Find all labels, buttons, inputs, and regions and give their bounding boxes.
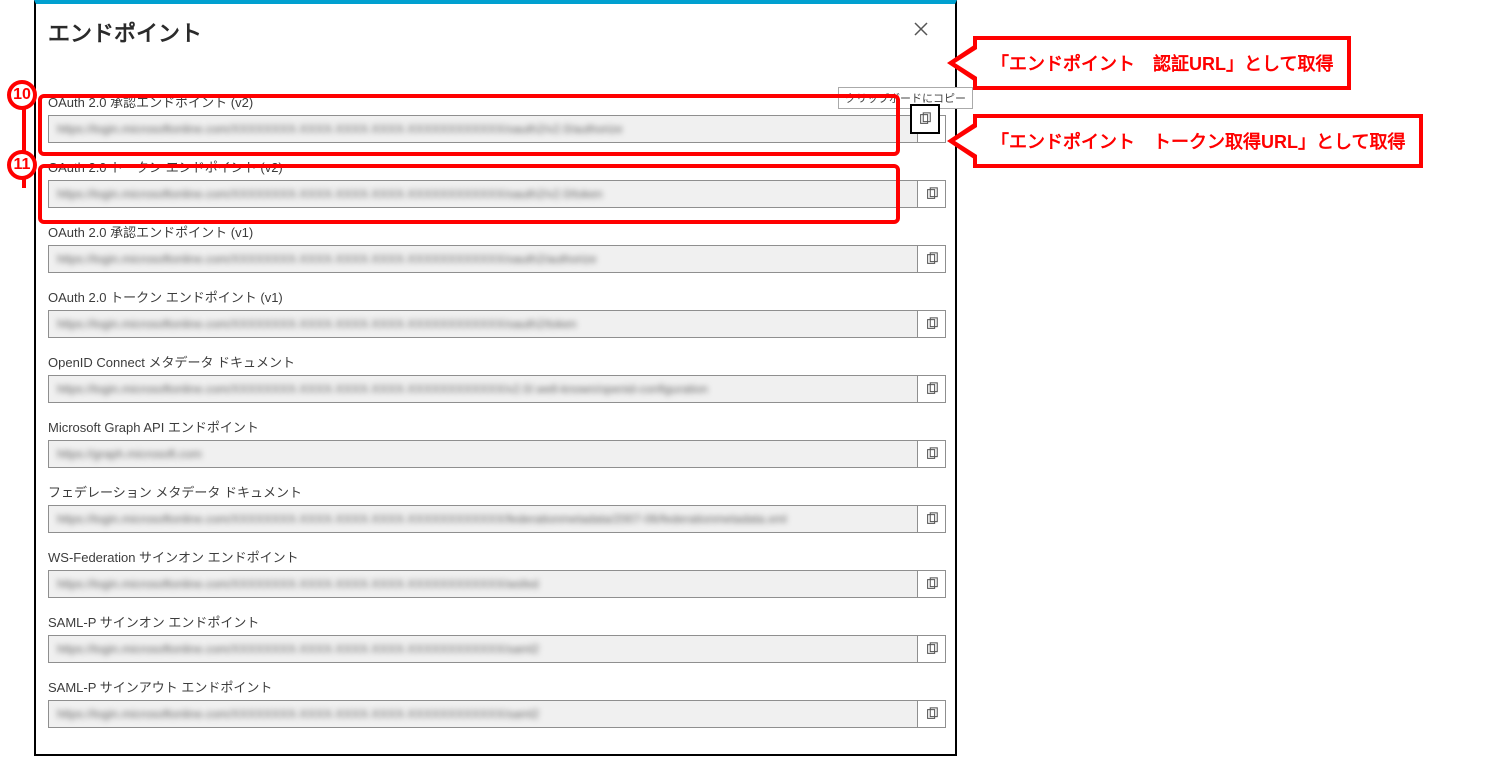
step-badge-11: 11 bbox=[7, 150, 37, 180]
endpoint-url-field[interactable]: https://login.microsoftonline.com/XXXXXX… bbox=[48, 115, 918, 143]
endpoint-row: https://login.microsoftonline.com/XXXXXX… bbox=[48, 375, 946, 403]
endpoint-url-field[interactable]: https://graph.microsoft.com bbox=[48, 440, 918, 468]
endpoint-url-field[interactable]: https://login.microsoftonline.com/XXXXXX… bbox=[48, 375, 918, 403]
endpoint-url-value: https://login.microsoftonline.com/XXXXXX… bbox=[57, 382, 708, 396]
endpoint-url-field[interactable]: https://login.microsoftonline.com/XXXXXX… bbox=[48, 635, 918, 663]
endpoint-label: OAuth 2.0 トークン エンドポイント (v2) bbox=[48, 157, 946, 176]
endpoint-row: https://graph.microsoft.com bbox=[48, 440, 946, 468]
endpoint-url-value: https://graph.microsoft.com bbox=[57, 447, 202, 461]
endpoint-label: OAuth 2.0 承認エンドポイント (v1) bbox=[48, 222, 946, 241]
endpoint-url-field[interactable]: https://login.microsoftonline.com/XXXXXX… bbox=[48, 700, 918, 728]
copy-button[interactable] bbox=[918, 245, 946, 273]
copy-button[interactable] bbox=[918, 440, 946, 468]
endpoint-url-value: https://login.microsoftonline.com/XXXXXX… bbox=[57, 707, 539, 721]
endpoint-item: WS-Federation サインオン エンドポイント https://login… bbox=[48, 547, 946, 598]
endpoint-item: OAuth 2.0 トークン エンドポイント (v1) https://login… bbox=[48, 287, 946, 338]
endpoint-url-value: https://login.microsoftonline.com/XXXXXX… bbox=[57, 122, 623, 136]
copy-button[interactable] bbox=[918, 570, 946, 598]
endpoint-label: OAuth 2.0 承認エンドポイント (v2) bbox=[48, 92, 946, 111]
endpoint-row: https://login.microsoftonline.com/XXXXXX… bbox=[48, 505, 946, 533]
dialog-title: エンドポイント bbox=[48, 16, 202, 48]
close-button[interactable] bbox=[911, 19, 937, 45]
endpoint-item: フェデレーション メタデータ ドキュメント https://login.micro… bbox=[48, 482, 946, 533]
endpoint-url-value: https://login.microsoftonline.com/XXXXXX… bbox=[57, 252, 597, 266]
endpoint-url-value: https://login.microsoftonline.com/XXXXXX… bbox=[57, 187, 603, 201]
endpoints-dialog: エンドポイント OAuth 2.0 承認エンドポイント (v2) https://… bbox=[34, 0, 957, 756]
endpoint-row: https://login.microsoftonline.com/XXXXXX… bbox=[48, 180, 946, 208]
endpoint-url-field[interactable]: https://login.microsoftonline.com/XXXXXX… bbox=[48, 310, 918, 338]
endpoint-label: SAML-P サインアウト エンドポイント bbox=[48, 677, 946, 696]
copy-button[interactable] bbox=[918, 505, 946, 533]
endpoint-url-field[interactable]: https://login.microsoftonline.com/XXXXXX… bbox=[48, 245, 918, 273]
copy-icon bbox=[925, 187, 939, 201]
endpoint-row: https://login.microsoftonline.com/XXXXXX… bbox=[48, 635, 946, 663]
endpoint-item: OAuth 2.0 承認エンドポイント (v1) https://login.mi… bbox=[48, 222, 946, 273]
endpoint-label: OpenID Connect メタデータ ドキュメント bbox=[48, 352, 946, 371]
endpoint-url-value: https://login.microsoftonline.com/XXXXXX… bbox=[57, 642, 539, 656]
endpoint-url-field[interactable]: https://login.microsoftonline.com/XXXXXX… bbox=[48, 570, 918, 598]
endpoint-row: https://login.microsoftonline.com/XXXXXX… bbox=[48, 700, 946, 728]
copy-button[interactable] bbox=[918, 180, 946, 208]
copy-icon bbox=[925, 382, 939, 396]
callout-token-url: 「エンドポイント トークン取得URL」として取得 bbox=[973, 114, 1423, 168]
endpoint-item: OAuth 2.0 承認エンドポイント (v2) https://login.mi… bbox=[48, 92, 946, 143]
copy-icon bbox=[925, 447, 939, 461]
dialog-header: エンドポイント bbox=[36, 4, 955, 62]
endpoint-row: https://login.microsoftonline.com/XXXXXX… bbox=[48, 570, 946, 598]
endpoint-url-value: https://login.microsoftonline.com/XXXXXX… bbox=[57, 512, 787, 526]
endpoint-url-field[interactable]: https://login.microsoftonline.com/XXXXXX… bbox=[48, 505, 918, 533]
copy-icon bbox=[925, 512, 939, 526]
endpoint-row: https://login.microsoftonline.com/XXXXXX… bbox=[48, 310, 946, 338]
copy-button[interactable] bbox=[918, 375, 946, 403]
copy-icon bbox=[925, 577, 939, 591]
copy-icon bbox=[925, 707, 939, 721]
step-badge-10: 10 bbox=[7, 80, 37, 110]
endpoint-item: OpenID Connect メタデータ ドキュメント https://login… bbox=[48, 352, 946, 403]
endpoint-row: https://login.microsoftonline.com/XXXXXX… bbox=[48, 115, 946, 143]
endpoint-item: SAML-P サインアウト エンドポイント https://login.micro… bbox=[48, 677, 946, 728]
endpoint-item: Microsoft Graph API エンドポイント https://graph… bbox=[48, 417, 946, 468]
close-icon bbox=[911, 19, 931, 39]
endpoint-item: SAML-P サインオン エンドポイント https://login.micros… bbox=[48, 612, 946, 663]
copy-tooltip: クリップボードにコピー bbox=[838, 87, 973, 109]
copy-icon bbox=[925, 317, 939, 331]
endpoint-label: OAuth 2.0 トークン エンドポイント (v1) bbox=[48, 287, 946, 306]
copy-icon bbox=[925, 642, 939, 656]
endpoint-url-value: https://login.microsoftonline.com/XXXXXX… bbox=[57, 577, 539, 591]
page: エンドポイント OAuth 2.0 承認エンドポイント (v2) https://… bbox=[0, 0, 1505, 763]
endpoint-url-value: https://login.microsoftonline.com/XXXXXX… bbox=[57, 317, 577, 331]
copy-button[interactable] bbox=[918, 700, 946, 728]
copy-icon bbox=[925, 252, 939, 266]
copy-button-first-highlighted[interactable] bbox=[910, 104, 940, 134]
copy-button[interactable] bbox=[918, 635, 946, 663]
callout-auth-url: 「エンドポイント 認証URL」として取得 bbox=[973, 36, 1351, 90]
copy-icon bbox=[918, 112, 932, 126]
endpoint-row: https://login.microsoftonline.com/XXXXXX… bbox=[48, 245, 946, 273]
endpoint-label: フェデレーション メタデータ ドキュメント bbox=[48, 482, 946, 501]
endpoint-item: OAuth 2.0 トークン エンドポイント (v2) https://login… bbox=[48, 157, 946, 208]
endpoint-label: SAML-P サインオン エンドポイント bbox=[48, 612, 946, 631]
endpoints-list: OAuth 2.0 承認エンドポイント (v2) https://login.mi… bbox=[48, 92, 946, 742]
endpoint-url-field[interactable]: https://login.microsoftonline.com/XXXXXX… bbox=[48, 180, 918, 208]
copy-button[interactable] bbox=[918, 310, 946, 338]
endpoint-label: Microsoft Graph API エンドポイント bbox=[48, 417, 946, 436]
endpoint-label: WS-Federation サインオン エンドポイント bbox=[48, 547, 946, 566]
